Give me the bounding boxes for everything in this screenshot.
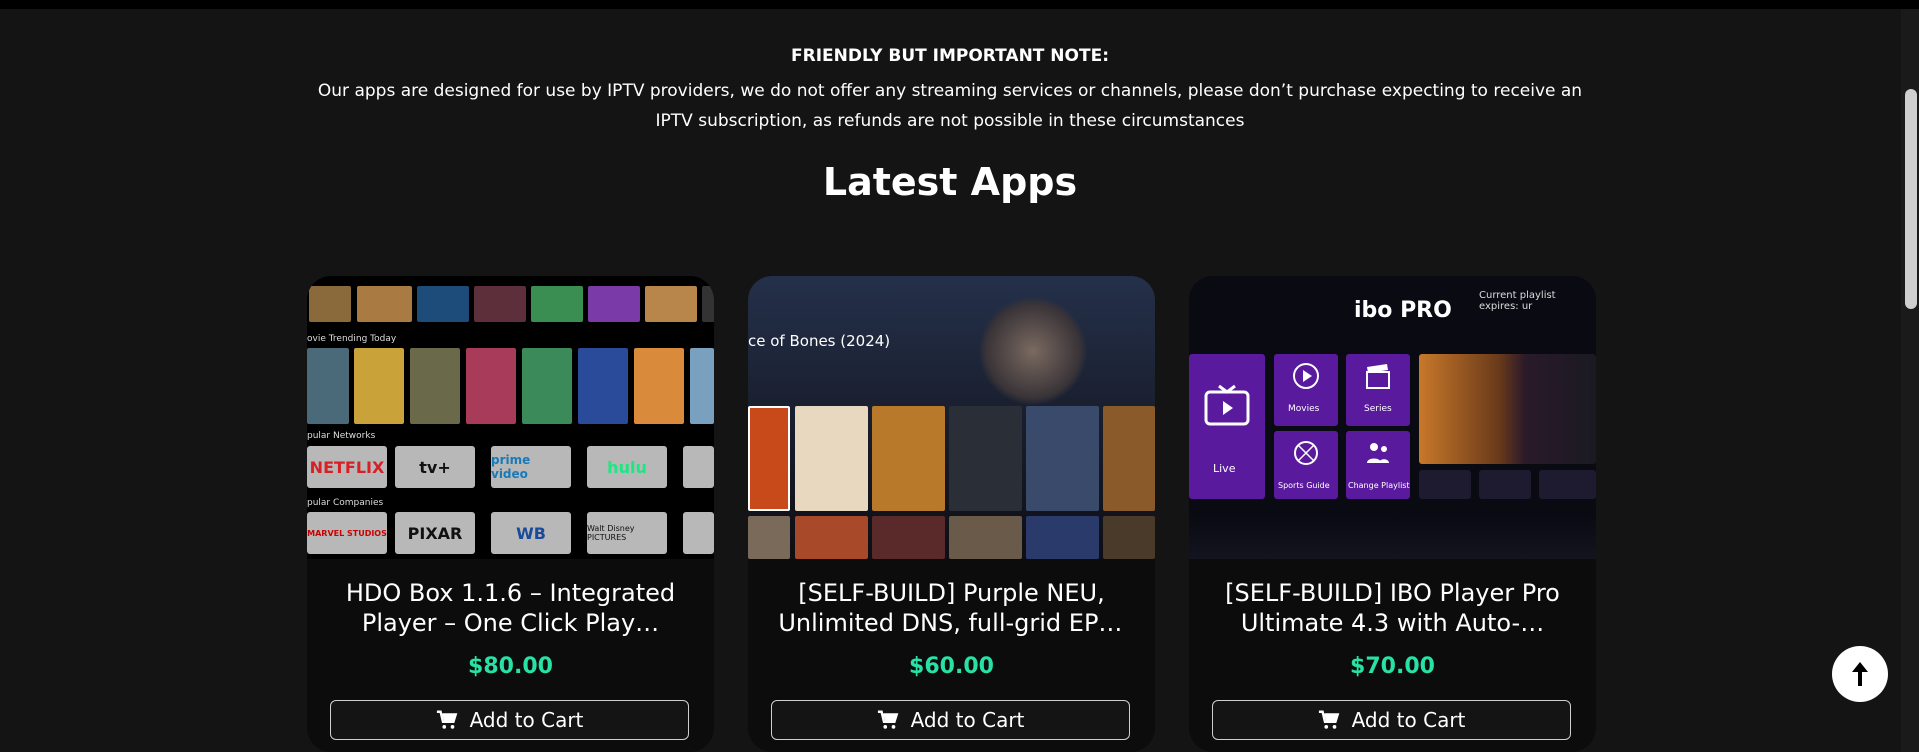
top-bar (0, 0, 1919, 9)
disney-tile: Walt Disney PICTURES (587, 512, 667, 554)
playlist-expiry: Current playlist expires: ur (1479, 290, 1556, 312)
netflix-tile: NETFLIX (307, 446, 387, 488)
back-to-top-button[interactable] (1832, 646, 1888, 702)
thumb-label: pular Networks (307, 431, 376, 441)
tile-label: Series (1364, 404, 1392, 414)
marvel-tile: MARVEL STUDIOS (307, 512, 387, 554)
wb-tile: WB (491, 512, 571, 554)
product-price: $80.00 (468, 654, 553, 679)
tile-label: Live (1213, 462, 1236, 475)
product-title[interactable]: HDO Box 1.1.6 – Integrated Player – One … (337, 578, 684, 638)
appletv-tile: tv+ (395, 446, 475, 488)
prime-tile: prime video (491, 446, 571, 488)
add-to-cart-label: Add to Cart (469, 708, 584, 732)
play-icon (1293, 363, 1319, 389)
product-card-ibo-player[interactable]: ibo PRO Current playlist expires: ur Liv… (1189, 276, 1596, 752)
product-title[interactable]: [SELF-BUILD] Purple NEU, Unlimited DNS, … (778, 578, 1125, 638)
tile-label: Sports Guide (1278, 481, 1330, 490)
product-title[interactable]: [SELF-BUILD] IBO Player Pro Ultimate 4.3… (1219, 578, 1566, 638)
scrollbar[interactable] (1901, 9, 1919, 752)
scrollbar-thumb[interactable] (1905, 89, 1917, 309)
cart-icon (1318, 710, 1339, 729)
thumb-heading: ce of Bones (2024) (748, 332, 891, 350)
clapper-icon (1366, 364, 1390, 389)
cart-icon (877, 710, 898, 729)
tv-icon (1204, 384, 1250, 426)
product-thumbnail[interactable]: ibo PRO Current playlist expires: ur Liv… (1189, 276, 1596, 559)
note-text: Our apps are designed for use by IPTV pr… (317, 81, 1583, 131)
product-price: $70.00 (1350, 654, 1435, 679)
ball-icon (1294, 441, 1318, 465)
users-icon (1367, 443, 1389, 463)
section-title: Latest Apps (822, 160, 1078, 204)
hulu-tile: hulu (587, 446, 667, 488)
thumb-label: ovie Trending Today (307, 334, 397, 344)
add-to-cart-label: Add to Cart (910, 708, 1025, 732)
product-card-hdo-box[interactable]: ovie Trending Today pular Networks NETFL… (307, 276, 714, 752)
add-to-cart-button[interactable]: Add to Cart (771, 700, 1130, 740)
product-thumbnail[interactable]: ce of Bones (2024) (748, 276, 1155, 559)
product-thumbnail[interactable]: ovie Trending Today pular Networks NETFL… (307, 276, 714, 559)
note-title: FRIENDLY BUT IMPORTANT NOTE: (790, 46, 1109, 66)
add-to-cart-button[interactable]: Add to Cart (1212, 700, 1571, 740)
add-to-cart-label: Add to Cart (1351, 708, 1466, 732)
product-card-purple-neu[interactable]: ce of Bones (2024) [SELF-BUILD] Purple N… (748, 276, 1155, 752)
add-to-cart-button[interactable]: Add to Cart (330, 700, 689, 740)
tile-label: Change Playlist (1348, 481, 1410, 490)
ibo-logo: ibo PRO (1354, 298, 1452, 323)
important-note: FRIENDLY BUT IMPORTANT NOTE: Our apps ar… (300, 44, 1600, 136)
product-price: $60.00 (909, 654, 994, 679)
thumb-label: pular Companies (307, 498, 384, 508)
pixar-tile: PIXAR (395, 512, 475, 554)
tile-label: Movies (1288, 404, 1320, 414)
arrow-up-icon (1852, 662, 1868, 686)
cart-icon (436, 710, 457, 729)
